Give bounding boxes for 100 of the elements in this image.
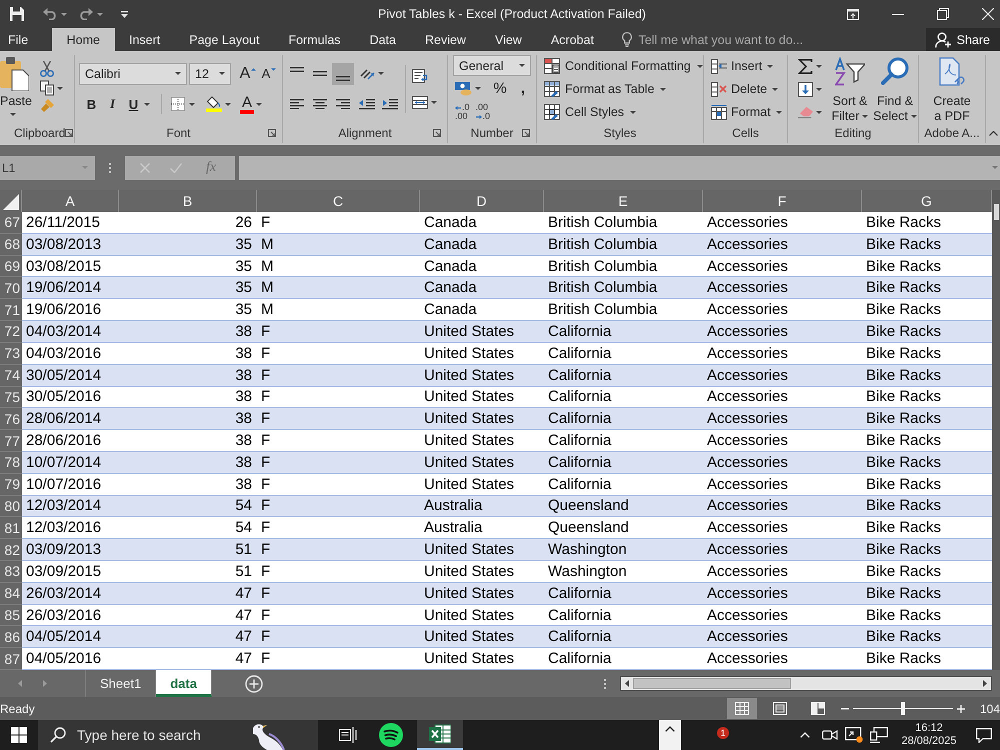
caret-icon[interactable] <box>256 102 262 106</box>
view-button[interactable] <box>726 698 757 719</box>
row-header[interactable]: 86 <box>0 626 22 648</box>
caret-icon[interactable] <box>816 110 822 114</box>
notification-icon[interactable] <box>976 728 992 742</box>
vertical-align-button[interactable] <box>332 62 354 85</box>
decrease-indent-icon[interactable] <box>359 98 375 110</box>
row-header[interactable]: 75 <box>0 386 22 408</box>
select-all-icon[interactable] <box>3 194 19 210</box>
row-header[interactable]: 68 <box>0 234 22 256</box>
fill-down-icon[interactable] <box>798 82 813 96</box>
redo-icon[interactable] <box>79 8 93 20</box>
row-header[interactable]: 84 <box>0 582 22 605</box>
restore-icon[interactable] <box>937 8 949 20</box>
taskbar-app-button[interactable] <box>417 720 463 750</box>
checkmark-icon[interactable] <box>170 162 182 172</box>
row-header[interactable]: 80 <box>0 496 22 518</box>
name-box[interactable]: L1 <box>0 156 95 180</box>
row-header[interactable]: 76 <box>0 408 22 430</box>
eraser-icon[interactable] <box>798 104 813 120</box>
row-header[interactable]: 79 <box>0 474 22 496</box>
vertical-scrollbar[interactable] <box>992 190 1000 670</box>
scrollbar-thumb[interactable] <box>633 678 791 689</box>
plus-circle-icon[interactable] <box>244 674 263 692</box>
find-select-button[interactable]: Find & Select <box>872 55 918 123</box>
ribbon-tab[interactable]: File <box>0 28 52 51</box>
ribbon-display-options-icon[interactable] <box>847 8 859 20</box>
scissors-icon[interactable] <box>40 61 54 77</box>
row-header[interactable]: 81 <box>0 517 22 540</box>
ribbon-tab[interactable]: Acrobat <box>536 28 608 51</box>
row-header[interactable]: 71 <box>0 299 22 322</box>
font-color-button[interactable]: A <box>238 93 256 116</box>
bold-button[interactable]: B <box>81 93 102 116</box>
caret-icon[interactable] <box>475 87 481 90</box>
increase-indent-icon[interactable] <box>382 98 398 110</box>
styles-menu-button[interactable]: Conditional Formatting <box>541 55 699 77</box>
caret-right-icon[interactable] <box>983 680 987 687</box>
ribbon-tab[interactable]: Review <box>410 28 480 51</box>
font-size-field[interactable]: 12 <box>189 62 231 85</box>
font-name-field[interactable]: Calibri <box>79 62 187 85</box>
row-header[interactable]: 87 <box>0 648 22 670</box>
customize-toolbar-icon[interactable] <box>121 10 128 18</box>
collapse-ribbon-icon[interactable] <box>988 131 998 136</box>
increase-decimal-button[interactable]: .0 .00 <box>455 103 470 121</box>
grow-font-button[interactable]: A <box>237 62 259 85</box>
styles-menu-button[interactable]: Format as Table <box>541 78 699 100</box>
horizontal-scrollbar[interactable] <box>620 676 992 691</box>
percent-style-button[interactable]: % <box>490 78 510 100</box>
dialog-launcher-icon[interactable] <box>268 129 276 137</box>
fill-bucket-icon[interactable] <box>206 96 222 112</box>
ribbon-tab[interactable]: Home <box>52 28 114 51</box>
row-header[interactable]: 77 <box>0 430 22 452</box>
underline-button[interactable]: U <box>123 93 144 116</box>
share-button[interactable]: Share <box>926 28 1000 51</box>
shrink-font-button[interactable]: A <box>259 62 279 85</box>
styles-menu-button[interactable]: Cell Styles <box>541 101 699 123</box>
ribbon-tab[interactable]: Formulas <box>274 28 356 51</box>
row-header[interactable]: 82 <box>0 539 22 561</box>
caret-icon[interactable] <box>225 102 231 106</box>
tell-me-search-field[interactable]: Tell me what you want to do... <box>638 32 838 46</box>
dialog-launcher-icon[interactable] <box>522 129 530 137</box>
create-pdf-button[interactable]: Create a PDF <box>919 55 985 123</box>
caret-left-icon[interactable] <box>625 680 629 687</box>
screen-share-icon[interactable] <box>845 727 863 743</box>
number-format-field[interactable]: General <box>453 55 531 76</box>
caret-icon[interactable] <box>57 86 63 90</box>
dialog-launcher-icon[interactable] <box>433 129 441 137</box>
angled-text-icon[interactable] <box>359 66 375 81</box>
clock-date[interactable]: 28/08/2025 <box>901 735 957 748</box>
save-icon[interactable] <box>10 7 24 21</box>
borders-icon[interactable] <box>171 97 185 112</box>
scrollbar-thumb[interactable] <box>994 204 999 220</box>
ribbon-tab[interactable]: Data <box>355 28 410 51</box>
row-header[interactable]: 85 <box>0 604 22 626</box>
row-header[interactable]: 67 <box>0 212 22 234</box>
cells-menu-button[interactable]: Insert <box>708 55 783 77</box>
paste-button[interactable]: Paste <box>0 55 34 123</box>
caret-icon[interactable] <box>189 102 195 106</box>
video-camera-icon[interactable] <box>822 728 838 742</box>
windows-logo-icon[interactable] <box>11 727 27 743</box>
dialog-launcher-icon[interactable] <box>65 129 74 137</box>
search-input[interactable]: Type here to search <box>77 727 245 743</box>
caret-icon[interactable] <box>378 72 384 76</box>
ribbon-tab[interactable]: Page Layout <box>174 28 274 51</box>
slider-thumb[interactable] <box>900 702 905 715</box>
caret-icon[interactable] <box>816 88 822 90</box>
row-header[interactable]: 70 <box>0 277 22 300</box>
row-header[interactable]: 69 <box>0 256 22 278</box>
close-icon[interactable] <box>982 8 994 20</box>
formula-input[interactable] <box>239 156 1000 180</box>
chevron-up-icon[interactable] <box>800 732 810 738</box>
row-header[interactable]: 74 <box>0 364 22 386</box>
sheet-tab[interactable]: data <box>156 670 212 697</box>
row-header[interactable]: 83 <box>0 561 22 583</box>
clock-time[interactable]: 16:12 <box>915 722 943 735</box>
decrease-decimal-button[interactable]: .00 .0 <box>476 103 490 121</box>
row-header[interactable]: 78 <box>0 452 22 474</box>
wrap-text-icon[interactable] <box>412 68 428 83</box>
caret-icon[interactable] <box>144 102 150 106</box>
copy-icon[interactable] <box>40 80 54 96</box>
